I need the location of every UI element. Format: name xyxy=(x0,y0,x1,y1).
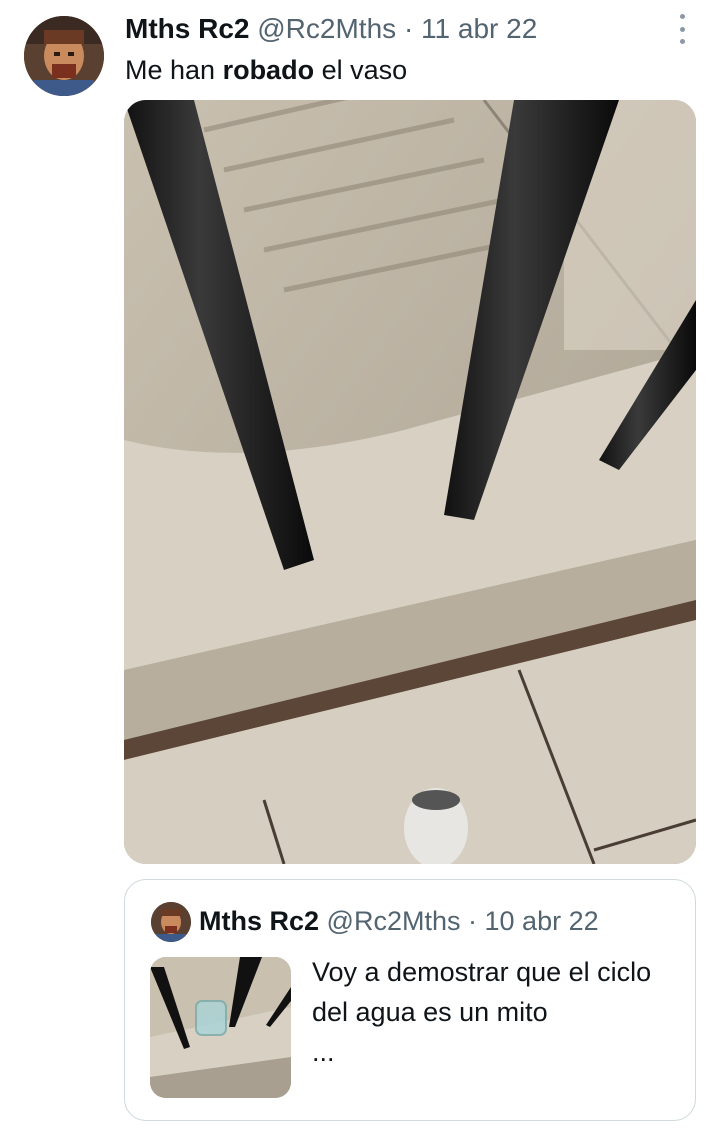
tweet-text-after: el vaso xyxy=(314,55,408,85)
tweet-header: Mths Rc2 @Rc2Mths · 11 abr 22 xyxy=(125,12,660,46)
photo-illustration xyxy=(124,100,696,864)
quoted-tweet-ellipsis: ... xyxy=(312,1037,335,1067)
quoted-tweet-date: 10 abr 22 xyxy=(484,906,599,936)
more-options-icon[interactable] xyxy=(672,14,692,44)
author-avatar[interactable] xyxy=(24,16,104,96)
quoted-author-handle: @Rc2Mths xyxy=(326,906,461,936)
thumbnail-illustration xyxy=(150,957,291,1098)
tweet-date[interactable]: 11 abr 22 xyxy=(421,13,537,44)
quoted-header-separator: · xyxy=(468,906,477,936)
tweet-text-bold: robado xyxy=(222,55,315,85)
header-separator: · xyxy=(403,13,414,44)
quoted-author-avatar xyxy=(151,902,191,942)
author-name[interactable]: Mths Rc2 xyxy=(125,13,249,44)
quoted-tweet-body: Voy a demostrar que el ciclo del agua es… xyxy=(312,957,652,1027)
quoted-avatar-image xyxy=(151,902,191,942)
quoted-tweet-card[interactable]: Mths Rc2 @Rc2Mths · 10 abr 22 Voy a demo… xyxy=(124,879,696,1121)
quoted-tweet-header: Mths Rc2 @Rc2Mths · 10 abr 22 xyxy=(199,904,599,938)
quoted-tweet-text: Voy a demostrar que el ciclo del agua es… xyxy=(312,952,672,1072)
avatar-image xyxy=(24,16,104,96)
author-handle[interactable]: @Rc2Mths xyxy=(257,13,396,44)
tweet-photo[interactable] xyxy=(124,100,696,864)
tweet-text-before: Me han xyxy=(125,55,223,85)
quoted-author-name: Mths Rc2 xyxy=(199,906,320,936)
quoted-tweet-thumbnail xyxy=(150,957,291,1098)
tweet-text: Me han robado el vaso xyxy=(125,52,407,88)
